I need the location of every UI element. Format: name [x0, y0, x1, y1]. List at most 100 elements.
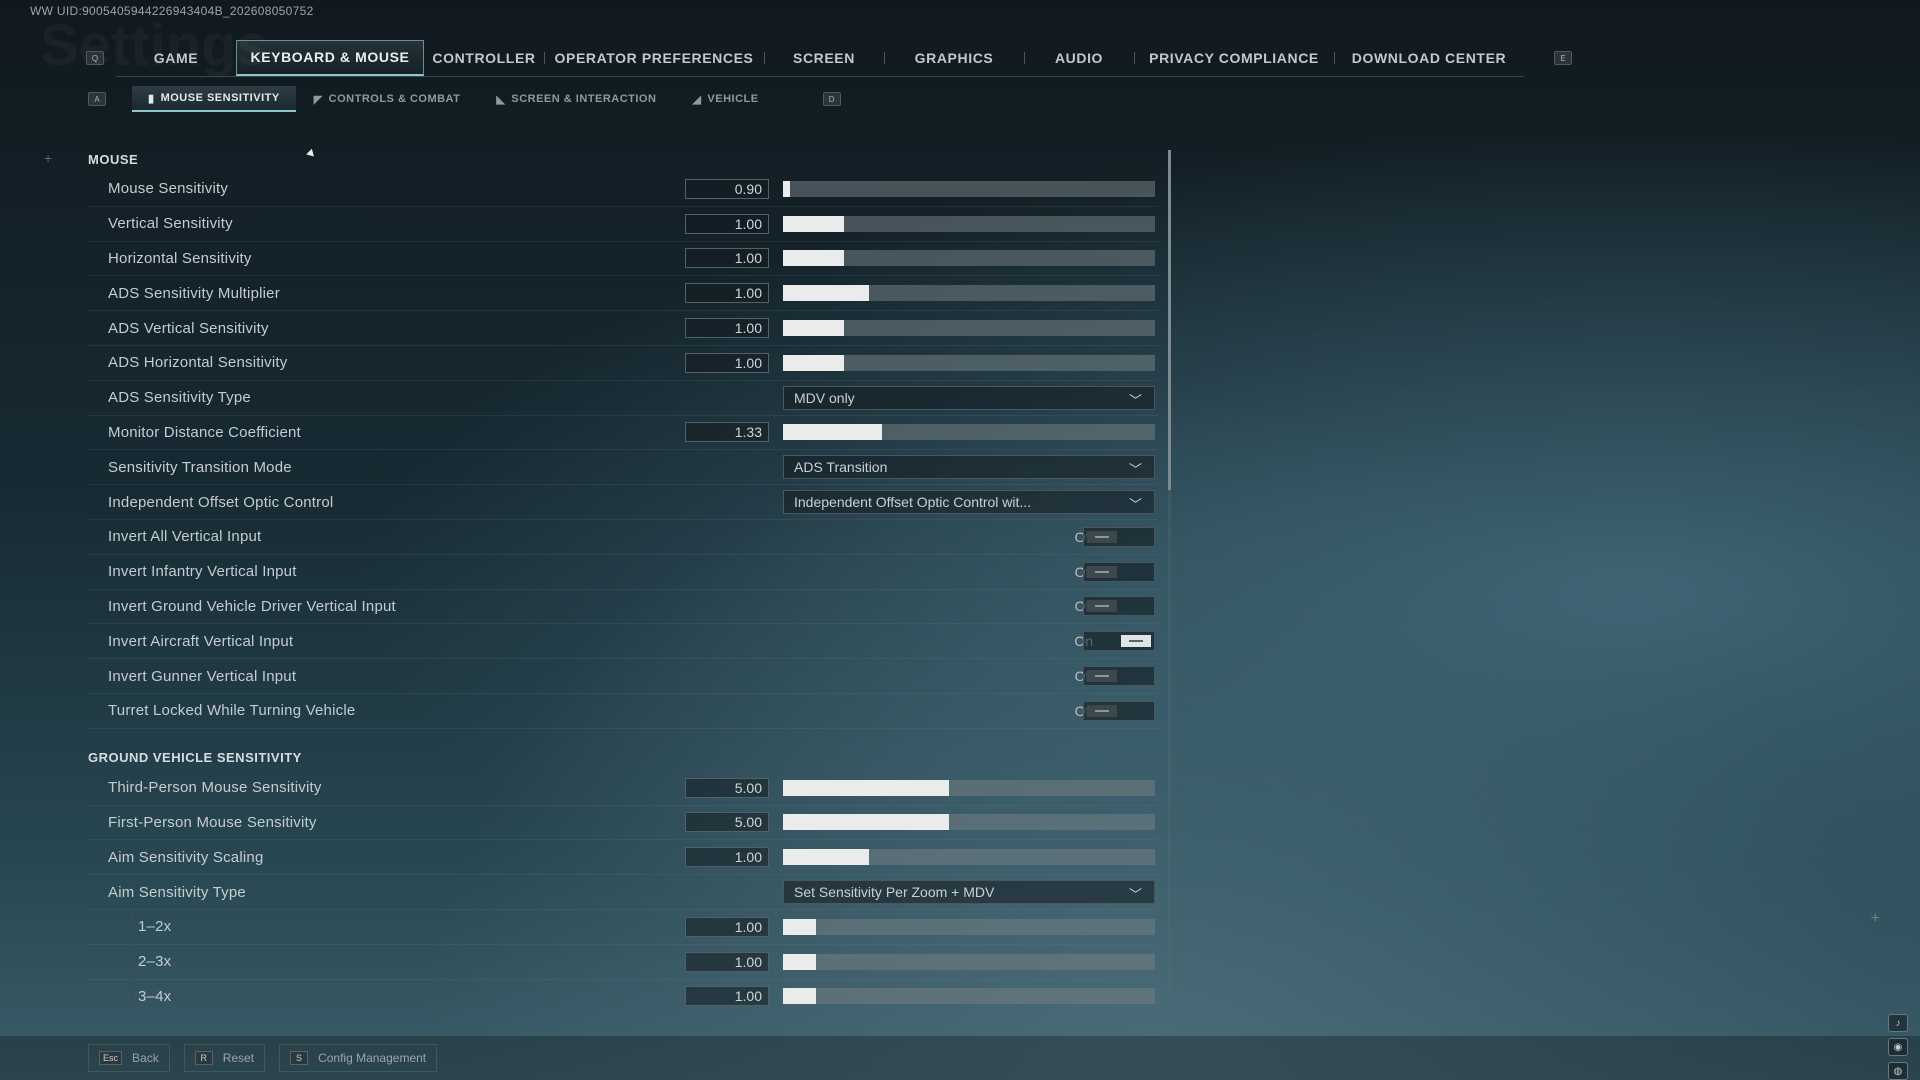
system-icons: ♪ ◉ ◍ — [1888, 1014, 1908, 1080]
bottom-action-bar: Esc Back R Reset S Config Management — [0, 1036, 1920, 1080]
subtab-label: MOUSE SENSITIVITY — [160, 92, 280, 104]
dropdown-select[interactable]: Independent Offset Optic Control wit... ﹀ — [783, 490, 1155, 515]
setting-label: Invert All Vertical Input — [108, 528, 262, 546]
tab-game[interactable]: GAME — [116, 40, 236, 76]
setting-label: Independent Offset Optic Control — [108, 493, 334, 511]
value-input[interactable]: 1.00 — [685, 352, 769, 373]
value-input[interactable]: 1.00 — [685, 248, 769, 269]
setting-row-invert-aircraft-vertical-input: Invert Aircraft Vertical InputOn — [88, 624, 1158, 660]
eye-icon[interactable]: ◉ — [1888, 1038, 1908, 1056]
scrollbar-thumb[interactable] — [1168, 150, 1171, 490]
tab-audio[interactable]: AUDIO — [1024, 40, 1134, 76]
tab-graphics[interactable]: GRAPHICS — [884, 40, 1024, 76]
dropdown-select[interactable]: ADS Transition ﹀ — [783, 455, 1155, 480]
slider-track[interactable] — [783, 285, 1155, 302]
tab-keyboard-mouse[interactable]: KEYBOARD & MOUSE — [236, 39, 424, 76]
subtab-label: VEHICLE — [707, 93, 759, 105]
tab-privacy-compliance[interactable]: PRIVACY COMPLIANCE — [1134, 40, 1334, 76]
next-tab-key[interactable]: E — [1554, 51, 1572, 65]
slider-track[interactable] — [783, 320, 1155, 337]
prev-subtab-key[interactable]: A — [88, 92, 106, 106]
chevron-down-icon: ﹀ — [1128, 462, 1142, 478]
value-input[interactable]: 1.00 — [685, 916, 769, 937]
slider-track[interactable] — [783, 354, 1155, 371]
slider-track[interactable] — [783, 215, 1155, 232]
toggle-switch[interactable] — [1083, 596, 1155, 617]
slider-track[interactable] — [783, 814, 1155, 831]
setting-row-ads-sensitivity-type: ADS Sensitivity Type MDV only ﹀ — [88, 381, 1158, 416]
setting-label: Invert Infantry Vertical Input — [108, 563, 297, 581]
subtab-vehicle[interactable]: ◢ VEHICLE — [674, 86, 776, 112]
toggle-switch[interactable] — [1083, 631, 1155, 652]
reset-button[interactable]: R Reset — [183, 1044, 266, 1072]
setting-label: Aim Sensitivity Type — [108, 883, 246, 901]
slider-fill — [783, 250, 845, 267]
setting-label: Turret Locked While Turning Vehicle — [108, 702, 356, 720]
setting-label: Aim Sensitivity Scaling — [108, 848, 264, 866]
setting-row-ads-vertical-sensitivity: ADS Vertical Sensitivity 1.00 — [88, 311, 1158, 346]
value-input[interactable]: 1.00 — [685, 986, 769, 1006]
mouse-icon: ▮ — [148, 92, 155, 105]
setting-label: Third-Person Mouse Sensitivity — [108, 779, 322, 797]
prev-tab-key[interactable]: Q — [86, 51, 104, 65]
setting-row-independent-offset-optic-control: Independent Offset Optic Control Independ… — [88, 485, 1158, 520]
top-navigation: Q GAME KEYBOARD & MOUSE CONTROLLER OPERATOR… — [86, 39, 1572, 77]
dropdown-select[interactable]: Set Sensitivity Per Zoom + MDV ﹀ — [783, 880, 1155, 905]
setting-row-horizontal-sensitivity: Horizontal Sensitivity 1.00 — [88, 242, 1158, 277]
slider-fill — [783, 779, 949, 796]
button-label: Reset — [222, 1051, 255, 1065]
slider-track[interactable] — [783, 779, 1155, 796]
back-button[interactable]: Esc Back — [88, 1044, 170, 1072]
tab-screen[interactable]: SCREEN — [764, 40, 884, 76]
config-management-button[interactable]: S Config Management — [279, 1044, 438, 1072]
subtab-screen-interaction[interactable]: ◣ SCREEN & INTERACTION — [478, 86, 674, 112]
slider-track[interactable] — [783, 849, 1155, 866]
value-input[interactable]: 1.00 — [685, 951, 769, 972]
sub-tab-bar: ▮ MOUSE SENSITIVITY ◤ CONTROLS & COMBAT ◣ SCR… — [132, 86, 777, 112]
slider-track[interactable] — [783, 180, 1155, 197]
value-input[interactable]: 1.00 — [685, 283, 769, 304]
toggle-switch[interactable] — [1083, 700, 1155, 721]
setting-row-sensitivity-transition-mode: Sensitivity Transition Mode ADS Transitio… — [88, 450, 1158, 486]
value-input[interactable]: 1.00 — [685, 318, 769, 339]
value-input[interactable]: 1.33 — [685, 422, 769, 443]
slider-track[interactable] — [783, 953, 1155, 970]
toggle-knob — [1087, 600, 1117, 613]
microphone-icon[interactable]: ♪ — [1888, 1014, 1908, 1032]
setting-row-2-3x: 2–3x 1.00 — [88, 944, 1158, 980]
tab-operator-preferences[interactable]: OPERATOR PREFERENCES — [544, 40, 764, 76]
toggle-knob — [1121, 635, 1151, 648]
toggle-switch[interactable] — [1083, 561, 1155, 582]
value-input[interactable]: 5.00 — [685, 812, 769, 833]
setting-label: Horizontal Sensitivity — [108, 249, 252, 267]
tab-controller[interactable]: CONTROLLER — [424, 40, 544, 76]
next-subtab-key[interactable]: D — [822, 92, 841, 106]
toggle-switch[interactable] — [1083, 526, 1155, 547]
vehicle-icon: ◢ — [692, 93, 702, 106]
value-input[interactable]: 5.00 — [685, 777, 769, 798]
slider-track[interactable] — [783, 424, 1155, 441]
setting-row-invert-all-vertical-input: Invert All Vertical InputOff — [88, 520, 1158, 555]
setting-row-invert-ground-vehicle-driver-vertical-input: Invert Ground Vehicle Driver Vertical In… — [88, 590, 1158, 625]
dropdown-select[interactable]: MDV only ﹀ — [783, 385, 1155, 410]
toggle-switch[interactable] — [1083, 666, 1155, 687]
toggle-knob — [1087, 670, 1117, 683]
slider-track[interactable] — [783, 918, 1155, 935]
subtab-controls-combat[interactable]: ◤ CONTROLS & COMBAT — [296, 86, 479, 112]
setting-label: ADS Sensitivity Type — [108, 389, 251, 407]
slider-fill — [783, 988, 817, 1005]
tab-download-center[interactable]: DOWNLOAD CENTER — [1334, 40, 1524, 76]
key-hint: S — [290, 1051, 309, 1065]
settings-scrollbar[interactable] — [1168, 150, 1171, 1000]
slider-track[interactable] — [783, 250, 1155, 267]
value-input[interactable]: 0.90 — [685, 178, 769, 199]
setting-row-mouse-sensitivity: Mouse Sensitivity 0.90 — [88, 172, 1158, 207]
subtab-mouse-sensitivity[interactable]: ▮ MOUSE SENSITIVITY — [132, 86, 296, 112]
value-input[interactable]: 1.00 — [685, 847, 769, 868]
sub-navigation: A ▮ MOUSE SENSITIVITY ◤ CONTROLS & COMBAT ◣ S… — [88, 86, 841, 112]
value-input[interactable]: 1.00 — [685, 213, 769, 234]
slider-track[interactable] — [783, 988, 1155, 1005]
slider-fill — [783, 953, 817, 970]
setting-row-first-person-mouse-sensitivity: First-Person Mouse Sensitivity 5.00 — [88, 806, 1158, 841]
camera-icon[interactable]: ◍ — [1888, 1062, 1908, 1080]
